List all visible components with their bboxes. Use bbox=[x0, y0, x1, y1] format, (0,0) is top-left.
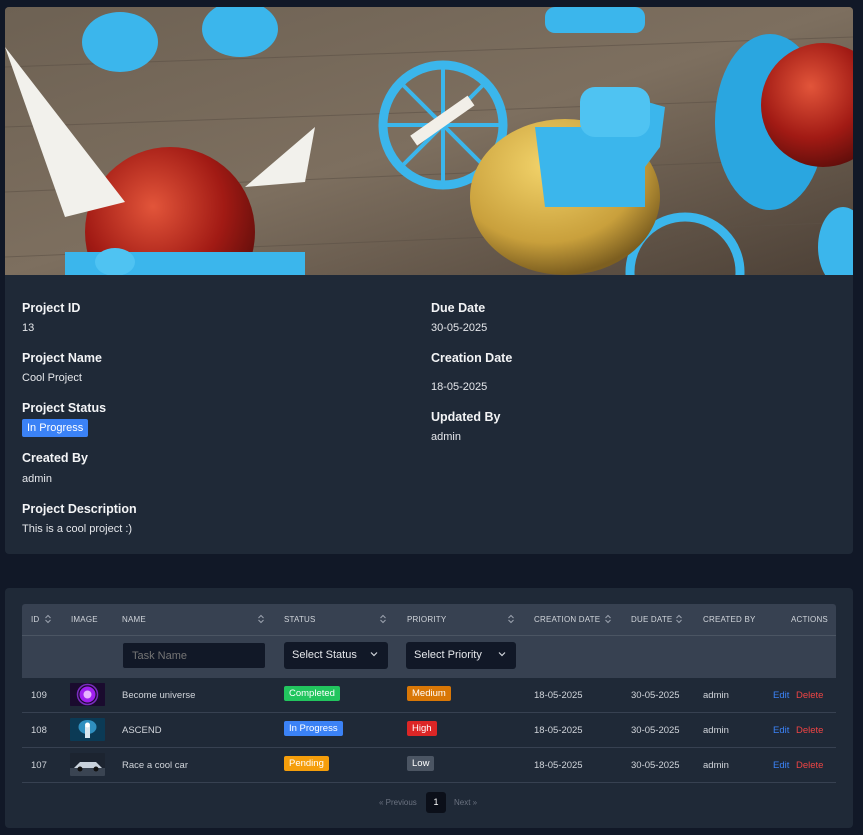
column-header-image: IMAGE bbox=[71, 615, 98, 624]
status-badge: Pending bbox=[284, 756, 329, 771]
sort-icon[interactable] bbox=[258, 614, 264, 624]
filter-row: Select Status Select Priority bbox=[22, 635, 836, 678]
column-header-id[interactable]: ID bbox=[31, 615, 39, 624]
task-created-by: admin bbox=[703, 760, 729, 771]
edit-link[interactable]: Edit bbox=[773, 760, 789, 771]
table-header: ID IMAGE NAME STATUS PRIORITY CREATION D… bbox=[22, 604, 836, 635]
project-status-label: Project Status bbox=[22, 401, 107, 415]
table-row: 108 ASCEND In Progress High 18-05-2025 3… bbox=[22, 713, 836, 748]
task-id: 107 bbox=[31, 760, 47, 771]
page-number-button[interactable]: 1 bbox=[426, 792, 446, 813]
sort-icon[interactable] bbox=[508, 614, 514, 624]
task-due-date: 30-05-2025 bbox=[631, 760, 680, 771]
column-header-priority[interactable]: PRIORITY bbox=[407, 615, 446, 624]
task-created-by: admin bbox=[703, 690, 729, 701]
pagination: « Previous 1 Next » bbox=[5, 792, 853, 814]
task-id: 108 bbox=[31, 725, 47, 736]
task-due-date: 30-05-2025 bbox=[631, 690, 680, 701]
column-header-status[interactable]: STATUS bbox=[284, 615, 316, 624]
task-thumbnail[interactable] bbox=[70, 753, 105, 776]
creation-date-value: 18-05-2025 bbox=[431, 381, 488, 393]
task-creation-date: 18-05-2025 bbox=[534, 725, 583, 736]
task-name: ASCEND bbox=[122, 725, 162, 736]
column-header-created-by: CREATED BY bbox=[703, 615, 756, 624]
priority-filter-label: Select Priority bbox=[414, 649, 482, 661]
updated-by-value: admin bbox=[431, 431, 461, 443]
project-id-value: 13 bbox=[22, 322, 35, 334]
task-creation-date: 18-05-2025 bbox=[534, 760, 583, 771]
task-creation-date: 18-05-2025 bbox=[534, 690, 583, 701]
task-id: 109 bbox=[31, 690, 47, 701]
priority-badge: Low bbox=[407, 756, 435, 771]
created-by-label: Created By bbox=[22, 451, 88, 465]
tasks-card: ID IMAGE NAME STATUS PRIORITY CREATION D… bbox=[5, 588, 853, 828]
priority-filter-select[interactable]: Select Priority bbox=[406, 642, 516, 669]
table-row: 107 Race a cool car Pending Low 18-05-20… bbox=[22, 748, 836, 783]
task-name: Race a cool car bbox=[122, 760, 189, 771]
project-description-label: Project Description bbox=[22, 502, 137, 516]
project-details-card: Project ID 13 Project Name Cool Project … bbox=[5, 7, 853, 554]
next-page-link[interactable]: Next » bbox=[454, 798, 477, 807]
created-by-value: admin bbox=[22, 473, 52, 485]
project-name-value: Cool Project bbox=[22, 372, 82, 384]
sort-icon[interactable] bbox=[605, 614, 611, 624]
column-header-actions: ACTIONS bbox=[791, 615, 828, 624]
column-header-creation-date[interactable]: CREATION DATE bbox=[534, 615, 600, 624]
delete-link[interactable]: Delete bbox=[796, 725, 823, 736]
column-header-name[interactable]: NAME bbox=[122, 615, 146, 624]
delete-link[interactable]: Delete bbox=[796, 690, 823, 701]
sort-icon[interactable] bbox=[676, 614, 682, 624]
status-badge: In Progress bbox=[284, 721, 343, 736]
updated-by-label: Updated By bbox=[431, 410, 501, 424]
previous-page-link[interactable]: « Previous bbox=[379, 798, 417, 807]
table-row: 109 Become universe Completed Medium 18-… bbox=[22, 678, 836, 713]
project-name-label: Project Name bbox=[22, 351, 102, 365]
status-filter-label: Select Status bbox=[292, 649, 357, 661]
project-cover-image bbox=[5, 7, 853, 275]
chevron-down-icon bbox=[498, 652, 506, 657]
delete-link[interactable]: Delete bbox=[796, 760, 823, 771]
task-name-filter-input[interactable] bbox=[122, 642, 266, 669]
sort-icon[interactable] bbox=[380, 614, 386, 624]
task-thumbnail[interactable] bbox=[70, 683, 105, 706]
project-description-value: This is a cool project :) bbox=[22, 523, 133, 535]
priority-badge: Medium bbox=[407, 686, 451, 701]
project-status-badge: In Progress bbox=[22, 419, 89, 437]
project-id-label: Project ID bbox=[22, 301, 81, 315]
due-date-label: Due Date bbox=[431, 301, 486, 315]
task-thumbnail[interactable] bbox=[70, 718, 105, 741]
task-created-by: admin bbox=[703, 725, 729, 736]
chevron-down-icon bbox=[370, 652, 378, 657]
column-header-due-date[interactable]: DUE DATE bbox=[631, 615, 672, 624]
status-badge: Completed bbox=[284, 686, 340, 701]
due-date-value: 30-05-2025 bbox=[431, 322, 488, 334]
creation-date-label: Creation Date bbox=[431, 351, 513, 365]
priority-badge: High bbox=[407, 721, 437, 736]
task-due-date: 30-05-2025 bbox=[631, 725, 680, 736]
project-info: Project ID 13 Project Name Cool Project … bbox=[5, 275, 853, 554]
edit-link[interactable]: Edit bbox=[773, 725, 789, 736]
sort-icon[interactable] bbox=[45, 614, 51, 624]
edit-link[interactable]: Edit bbox=[773, 690, 789, 701]
status-filter-select[interactable]: Select Status bbox=[284, 642, 388, 669]
task-name: Become universe bbox=[122, 690, 196, 701]
